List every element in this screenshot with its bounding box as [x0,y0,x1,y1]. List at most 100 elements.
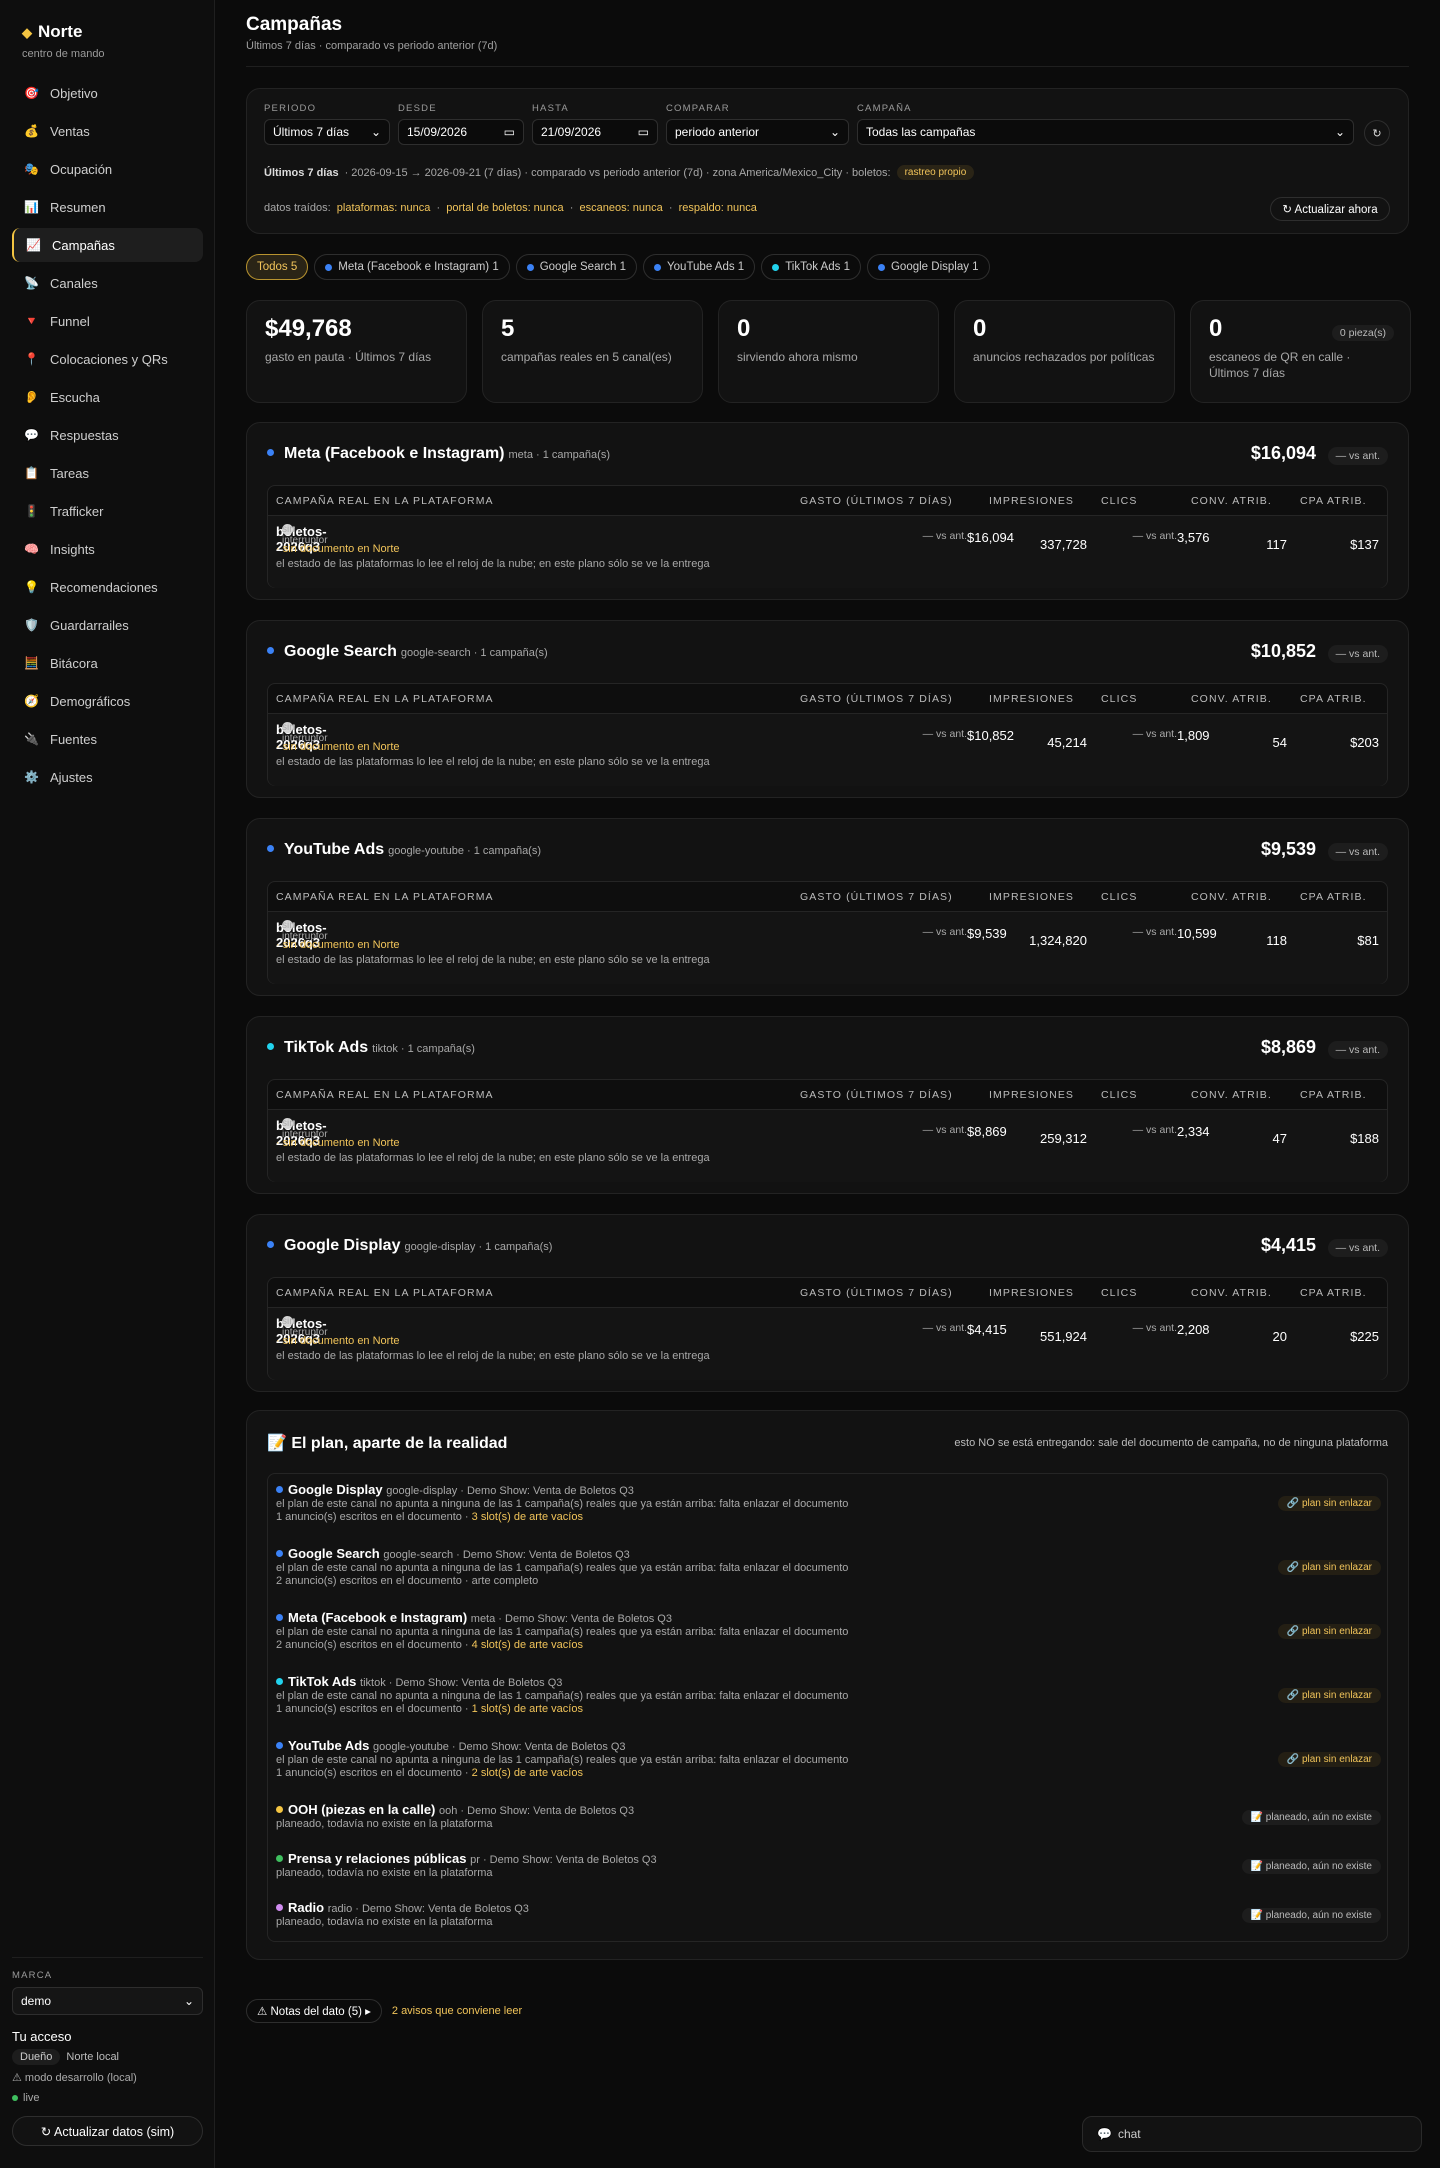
conv-cell: 20 [1272,1329,1287,1344]
tab-1[interactable]: Meta (Facebook e Instagram) 1 [314,254,510,280]
sidebar-item-demograficos[interactable]: 🧭 Demográficos [12,684,203,718]
column-header: CPA ATRIB. [1300,1089,1367,1101]
sidebar-item-funnel[interactable]: 🔻 Funnel [12,304,203,338]
column-header: CPA ATRIB. [1300,495,1367,507]
calendar-icon[interactable]: ▭ [638,125,649,139]
tab-2[interactable]: Google Search 1 [515,254,638,280]
sidebar-item-label: Recomendaciones [50,579,158,595]
channel-total: $16,094 [1250,443,1316,463]
desde-value: 15/09/2026 [407,125,468,139]
vs-badge: — vs ant. [1327,843,1388,861]
channel-total: $4,415 [1260,1235,1316,1255]
ocupacion-icon: 🎭 [24,162,39,176]
spend-cell: $4,415— vs ant. [923,1322,1007,1337]
impressions-cell: 259,312 [1040,1131,1087,1146]
tab-4[interactable]: TikTok Ads 1 [761,254,861,280]
channel-dot-icon [276,1678,283,1685]
table-row[interactable]: boletos-2026q3 sin interruptor · sin docum… [268,1110,1387,1182]
sidebar-item-guardarrailes[interactable]: 🛡️ Guardarrailes [12,608,203,642]
sidebar-item-fuentes[interactable]: 🔌 Fuentes [12,722,203,756]
sidebar-item-ventas[interactable]: 💰 Ventas [12,114,203,148]
sidebar-item-insights[interactable]: 🧠 Insights [12,532,203,566]
plan-line: el plan de este canal no apunta a ningun… [276,1562,849,1574]
reset-filters-button[interactable]: ↻ [1364,120,1390,146]
campana-select[interactable]: Todas las campañas ⌄ [857,119,1354,145]
sidebar-item-bitacora[interactable]: 🧮 Bitácora [12,646,203,680]
live-label: live [23,2092,40,2104]
stat-card: 0 sirviendo ahora mismo [718,300,939,403]
impressions-cell: 551,924 [1040,1329,1087,1344]
stat-label: escaneos de QR en calle · Últimos 7 días [1209,350,1351,380]
update-now-button[interactable]: ↻ Actualizar ahora [1270,197,1390,221]
column-header: GASTO (ÚLTIMOS 7 DÍAS) [800,1089,953,1101]
plan-empty-slots: 4 slot(s) de arte vacíos [471,1639,583,1651]
stat-card: 5 campañas reales en 5 canal(es) [482,300,703,403]
sidebar-item-tareas[interactable]: 📋 Tareas [12,456,203,490]
stat-label: sirviendo ahora mismo [737,350,858,364]
plan-item: OOH (piezas en la calle) ooh · Demo Show… [276,1802,1381,1830]
sidebar: ◆ Norte centro de mando 🎯 Objetivo 💰 Ventas 🎭… [0,0,215,2168]
table-row[interactable]: boletos-2026q3 sin interruptor · sin docum… [268,714,1387,786]
plan-channel-name: TikTok Ads [288,1674,357,1689]
sidebar-item-ajustes[interactable]: ⚙️ Ajustes [12,760,203,794]
chat-input[interactable]: 💬 chat [1082,2116,1422,2152]
no-document-note: · sin documento en Norte [276,939,400,951]
sidebar-item-trafficker[interactable]: 🚦 Trafficker [12,494,203,528]
dev-mode-warning: ⚠ modo desarrollo (local) [12,2072,137,2084]
table-header: CAMPAÑA REAL EN LA PLATAFORMA GASTO (ÚLTI… [268,1278,1387,1308]
marca-value: demo [21,1994,52,2008]
comparar-select[interactable]: periodo anterior ⌄ [666,119,849,145]
marca-label: MARCA [12,1970,53,1981]
channel-dot-icon [877,263,885,271]
sidebar-item-recomendaciones[interactable]: 💡 Recomendaciones [12,570,203,604]
brand[interactable]: ◆ Norte [22,22,82,42]
tab-3[interactable]: YouTube Ads 1 [643,254,756,280]
sidebar-item-objetivo[interactable]: 🎯 Objetivo [12,76,203,110]
channel-total: $10,852 [1250,641,1316,661]
plan-channel-name: Google Display [288,1482,383,1497]
hasta-date-input[interactable]: 21/09/2026 ▭ [532,119,658,145]
plan-status-badge: 🔗 plan sin enlazar [1277,1496,1381,1511]
chevron-down-icon: ⌄ [1334,125,1345,139]
periodo-select[interactable]: Últimos 7 días ⌄ [264,119,390,145]
channel-card: Google Display google-display · 1 campaña… [246,1214,1409,1392]
sidebar-item-respuestas[interactable]: 💬 Respuestas [12,418,203,452]
plan-item: Google Display google-display · Demo Sho… [276,1482,1381,1523]
plan-channel-name: Radio [288,1900,325,1915]
plan-channel-sub: radio · Demo Show: Venta de Boletos Q3 [327,1903,529,1915]
escucha-icon: 👂 [24,390,39,404]
sidebar-item-ocupacion[interactable]: 🎭 Ocupación [12,152,203,186]
tab-label: Meta (Facebook e Instagram) 1 [338,261,499,273]
channel-total: $9,539 [1260,839,1316,859]
datos-plataformas: plataformas: nunca [336,202,431,214]
table-row[interactable]: boletos-2026q3 sin interruptor · sin docum… [268,1308,1387,1380]
sidebar-item-resumen[interactable]: 📊 Resumen [12,190,203,224]
clicks-vs: — vs ant. [1132,1322,1177,1334]
sidebar-item-colocaciones-y-qrs[interactable]: 📍 Colocaciones y QRs [12,342,203,376]
sidebar-item-canales[interactable]: 📡 Canales [12,266,203,300]
refresh-data-button[interactable]: ↻ Actualizar datos (sim) [12,2116,203,2146]
sidebar-item-escucha[interactable]: 👂 Escucha [12,380,203,414]
sidebar-item-label: Ajustes [50,769,93,785]
desde-date-input[interactable]: 15/09/2026 ▭ [398,119,524,145]
marca-select[interactable]: demo ⌄ [12,1987,203,2015]
table-row[interactable]: boletos-2026q3 sin interruptor · sin docum… [268,516,1387,588]
column-header: CLICS [1101,693,1138,705]
table-row[interactable]: boletos-2026q3 sin interruptor · sin docum… [268,912,1387,984]
sidebar-item-campanas[interactable]: 📈 Campañas [12,228,203,262]
warnings-link[interactable]: 2 avisos que conviene leer [392,2005,522,2017]
campaign-table: CAMPAÑA REAL EN LA PLATAFORMA GASTO (ÚLTI… [267,485,1388,588]
plan-status-badge: 📝 planeado, aún no existe [1241,1810,1381,1825]
clicks-value: 3,576 [1177,530,1210,545]
respuestas-icon: 💬 [24,428,39,442]
column-header: CPA ATRIB. [1300,891,1367,903]
tab-5[interactable]: Google Display 1 [866,254,990,280]
sidebar-nav: 🎯 Objetivo 💰 Ventas 🎭 Ocupación 📊 Resumen 📈 Campa… [12,76,203,798]
data-notes-button[interactable]: ⚠ Notas del dato (5) ▸ [246,1999,382,2023]
sidebar-item-label: Objetivo [50,85,98,101]
calendar-icon[interactable]: ▭ [504,125,515,139]
tab-0[interactable]: Todos 5 [246,254,309,280]
vs-badge: — vs ant. [1327,447,1388,465]
channel-name: Google Display [284,1237,401,1254]
scope-label: Norte local [66,2051,119,2063]
